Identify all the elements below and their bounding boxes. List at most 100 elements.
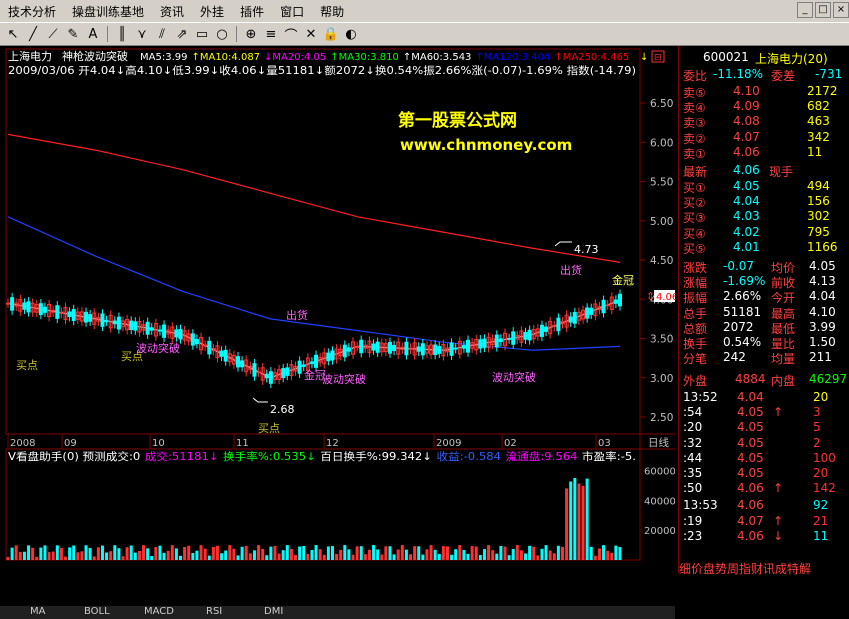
volume-bar: [569, 481, 573, 560]
cycle-icon[interactable]: ⌒: [282, 25, 300, 44]
stat-value: 2072: [723, 319, 754, 334]
delete-icon[interactable]: ✕: [302, 27, 320, 42]
latest-row: 最新 4.06 现手: [679, 163, 849, 179]
cursor-icon[interactable]: ↖: [4, 27, 22, 42]
arrow-toggle-icon[interactable]: ↓: [640, 52, 648, 63]
volume-stat-3: 百日换手%:99.342↓: [320, 450, 432, 463]
chart-area[interactable]: 上海电力 神枪波动突破 MA5:3.99 ↑MA10:4.087 ↓MA20:4.0…: [0, 46, 675, 619]
volume-bar: [396, 549, 400, 560]
tick-row: :23 4.06 ↓ 11: [679, 529, 849, 544]
menu-external[interactable]: 外挂: [192, 3, 232, 20]
menu-news[interactable]: 资讯: [152, 3, 192, 20]
candle-body: [268, 371, 273, 384]
sell-row: 卖④ 4.09 682: [679, 99, 849, 115]
volume-bar: [474, 546, 478, 560]
volume-bar: [224, 550, 228, 560]
tab-dmi[interactable]: DMI: [264, 606, 283, 617]
panel-close-glyph: ⊟: [654, 53, 662, 63]
rect-icon[interactable]: ▭: [193, 27, 211, 42]
volume-bar: [326, 546, 330, 560]
menu-plugins[interactable]: 插件: [232, 3, 272, 20]
stock-name-side: 上海电力(20): [755, 52, 828, 66]
tick-time: :44: [683, 450, 703, 465]
candle-body: [605, 304, 610, 307]
buy-row: 买① 4.05 494: [679, 179, 849, 195]
volume-bar: [59, 547, 63, 560]
volume-bar: [413, 546, 417, 560]
tick-price: 4.06: [737, 481, 764, 496]
tab-rsi[interactable]: RSI: [206, 606, 222, 617]
period-label[interactable]: 日线: [648, 436, 669, 449]
volume-bar: [220, 553, 224, 560]
volume-bar: [602, 545, 606, 560]
volume-bar: [339, 549, 343, 560]
tick-row: :35 4.05 20: [679, 466, 849, 481]
volume-bar: [43, 545, 47, 560]
volume-stat-0: V看盘助手(0) 预测成交:0: [8, 450, 140, 463]
volume-bar: [257, 545, 261, 560]
pen-icon[interactable]: ✎: [64, 27, 82, 42]
circle-icon[interactable]: ○: [213, 27, 231, 42]
volume-bar: [121, 556, 125, 560]
stock-code: 600021: [703, 50, 749, 64]
gann-icon[interactable]: ⊕: [242, 27, 260, 42]
tick-row: 13:53 4.06 92: [679, 498, 849, 513]
volume-bar: [183, 546, 187, 560]
menu-training-base[interactable]: 操盘训练基地: [64, 3, 152, 20]
volume-bar: [491, 550, 495, 560]
weicha-label: 委差: [771, 69, 796, 83]
buy-row: 买③ 4.03 302: [679, 209, 849, 225]
menu-technical-analysis[interactable]: 技术分析: [0, 3, 64, 20]
candle-body: [100, 313, 105, 327]
close-button[interactable]: ×: [833, 2, 849, 18]
stat-value: -1.69%: [723, 274, 766, 289]
volume-bar: [142, 545, 146, 560]
minimize-button[interactable]: _: [797, 2, 813, 18]
buy-volume: 1166: [807, 239, 838, 254]
date-tick-label: 03: [598, 438, 611, 449]
high-marker: [554, 241, 572, 247]
candle-body: [359, 339, 364, 354]
text-icon[interactable]: A: [84, 27, 102, 42]
stat-value: 4.05: [809, 259, 836, 273]
volume-panel-border: [5, 448, 641, 561]
tick-price: 4.05: [737, 435, 764, 450]
volume-bar: [158, 545, 162, 560]
candle-body: [482, 338, 487, 348]
tab-macd[interactable]: MACD: [144, 606, 174, 617]
restore-button[interactable]: □: [815, 2, 831, 18]
candle-body: [453, 347, 458, 350]
menu-help[interactable]: 帮助: [312, 3, 352, 20]
date-tick-label: 2008: [10, 438, 35, 449]
fan-icon[interactable]: ⋎: [133, 27, 151, 42]
side-tabs-text[interactable]: 细价盘势周指财讯成特解: [679, 560, 811, 577]
line-icon[interactable]: ╱: [24, 27, 42, 42]
ray-icon[interactable]: ⟋: [44, 27, 62, 42]
arrow-icon[interactable]: ⇗: [173, 27, 191, 42]
tab-ma[interactable]: MA: [30, 606, 45, 617]
fib-icon[interactable]: ≡: [262, 27, 280, 42]
candle-body: [437, 346, 442, 354]
volume-bar: [285, 545, 289, 560]
stat-row: 总额 2072 最低 3.99: [679, 319, 849, 336]
quote-header: 600021 上海电力(20): [679, 50, 849, 66]
candle-body: [420, 343, 425, 356]
menu-window[interactable]: 窗口: [272, 3, 312, 20]
volume-bar: [441, 546, 445, 560]
candle-body: [314, 354, 319, 368]
candle-body: [149, 327, 154, 331]
volume-bar: [195, 550, 199, 560]
candle-body: [162, 324, 167, 338]
kline-chart[interactable]: 上海电力 神枪波动突破 MA5:3.99 ↑MA10:4.087 ↓MA20:4.0…: [0, 46, 675, 573]
stat-row: 换手 0.54% 量比 1.50: [679, 335, 849, 351]
waipan-value: 4884: [735, 372, 766, 386]
bars-icon[interactable]: ║: [113, 27, 131, 42]
volume-bar: [487, 545, 491, 560]
volume-bar: [215, 545, 219, 560]
tab-boll[interactable]: BOLL: [84, 606, 110, 617]
channel-icon[interactable]: ⫽: [153, 27, 171, 42]
hide-icon[interactable]: ◐: [342, 27, 360, 42]
candle-body: [219, 350, 224, 357]
volume-bar: [548, 550, 552, 560]
lock-icon[interactable]: 🔒: [322, 27, 340, 42]
